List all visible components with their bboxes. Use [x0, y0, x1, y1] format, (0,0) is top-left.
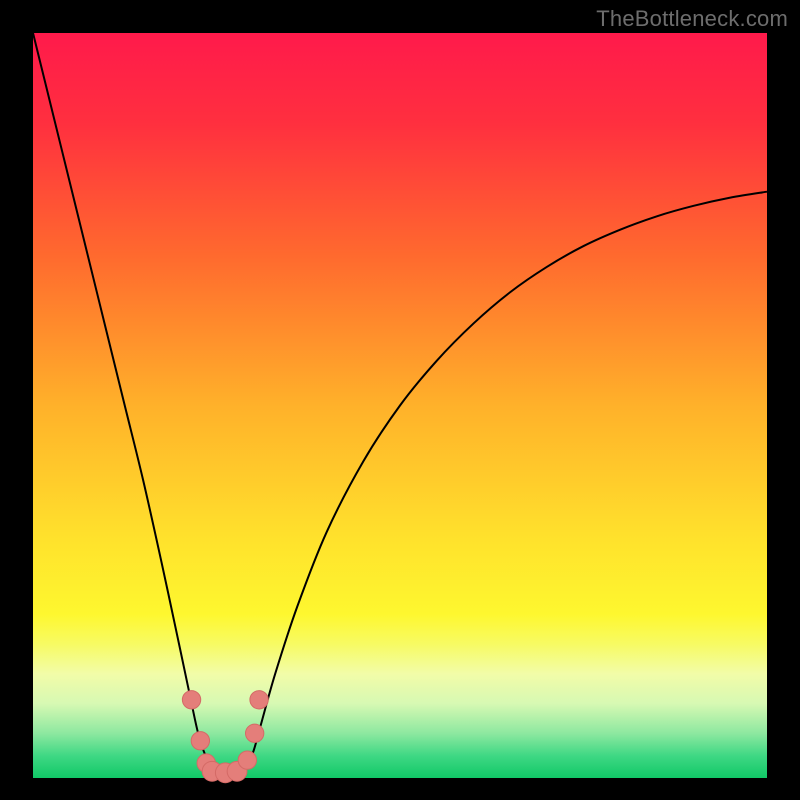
- curve-marker: [245, 724, 263, 742]
- chart-stage: TheBottleneck.com: [0, 0, 800, 800]
- curve-marker: [238, 751, 256, 769]
- curve-marker: [182, 691, 200, 709]
- curve-marker: [191, 732, 209, 750]
- curve-marker: [250, 691, 268, 709]
- watermark-text: TheBottleneck.com: [596, 6, 788, 32]
- chart-svg: [0, 0, 800, 800]
